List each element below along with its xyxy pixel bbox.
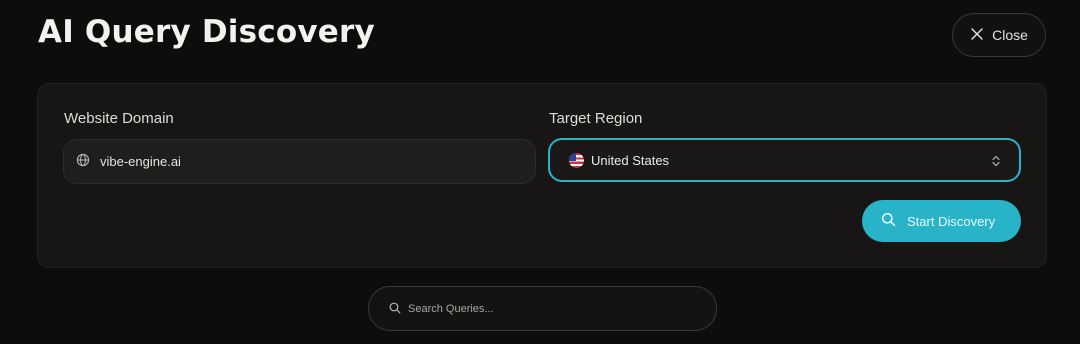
us-flag-icon [569,152,584,168]
domain-input-wrapper [63,139,536,184]
globe-icon [76,152,90,171]
start-discovery-button[interactable]: Start Discovery [862,200,1021,242]
region-select[interactable]: United States [548,138,1021,182]
search-queries-input[interactable] [408,302,698,315]
close-button[interactable]: Close [952,13,1046,57]
search-icon [881,212,896,230]
query-discovery-page: AI Query Discovery Close Website Domain … [0,0,1080,344]
search-queries-wrapper [368,286,717,331]
close-button-label: Close [992,27,1028,43]
domain-field-label: Website Domain [64,110,174,127]
region-selected-value: United States [591,152,670,168]
page-title: AI Query Discovery [38,14,375,50]
chevron-up-down-icon [989,153,1003,167]
domain-input[interactable] [100,154,520,169]
discovery-form-panel: Website Domain Target Region United Stat… [37,83,1047,268]
close-icon [970,27,984,44]
region-field-label: Target Region [549,110,643,127]
start-discovery-label: Start Discovery [907,213,996,229]
search-icon [389,299,401,318]
